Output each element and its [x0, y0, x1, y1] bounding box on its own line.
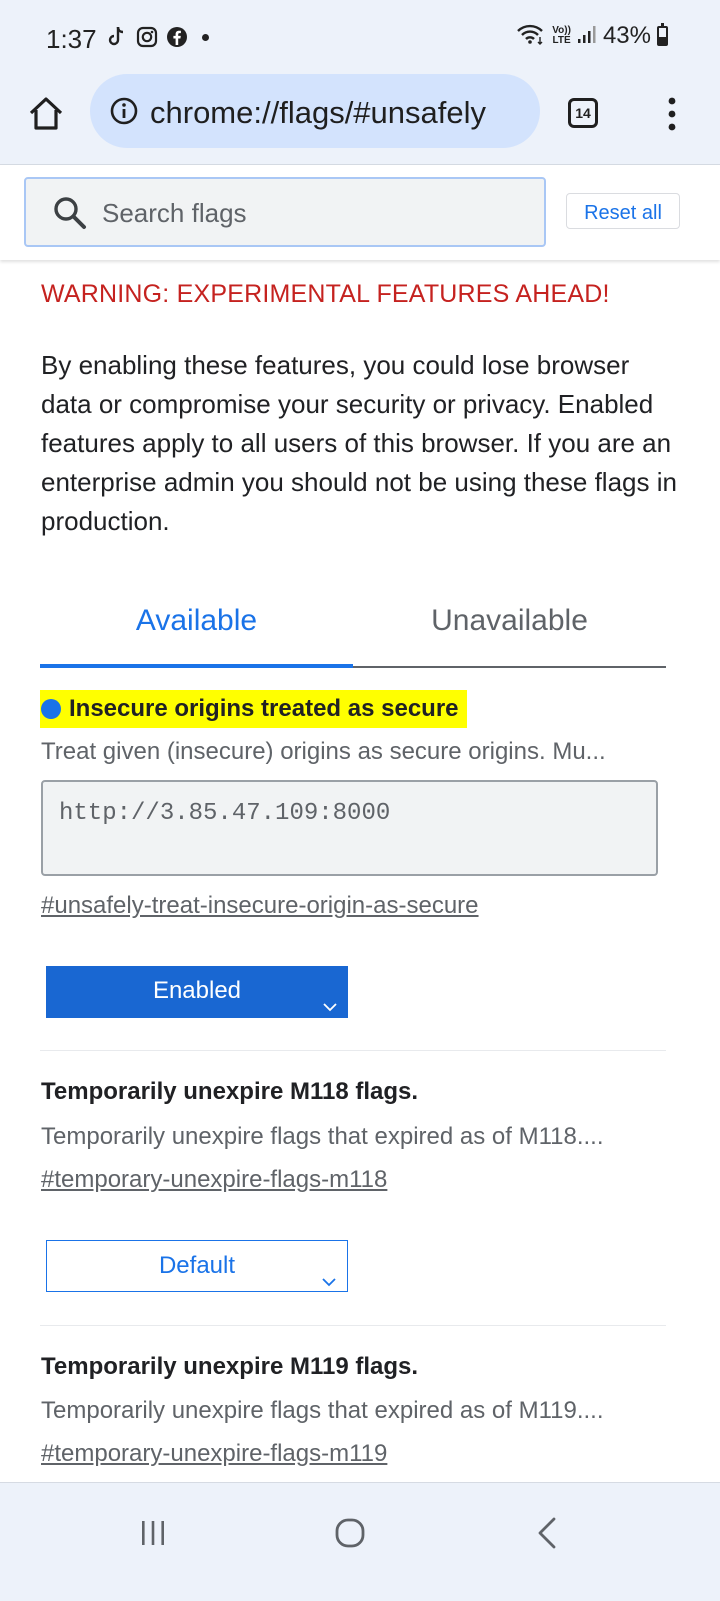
- wifi-icon: [516, 23, 546, 50]
- volte-indicator: Vo)) LTE: [552, 26, 571, 46]
- back-icon[interactable]: [528, 1513, 568, 1553]
- flag-permalink[interactable]: #temporary-unexpire-flags-m118: [41, 1166, 387, 1194]
- status-bar: 1:37 Vo)) LTE 43%: [0, 0, 720, 72]
- overflow-menu-icon[interactable]: [662, 94, 682, 134]
- notification-icons: [106, 26, 209, 48]
- flags-search-header: Reset all: [0, 165, 720, 260]
- flag-title: Temporarily unexpire M119 flags.: [41, 1353, 419, 1380]
- flag-state-value: Enabled: [152, 977, 242, 1004]
- flag-divider: [40, 1325, 666, 1326]
- active-tab-indicator: [40, 664, 353, 668]
- origins-textarea[interactable]: [41, 780, 658, 876]
- search-box[interactable]: [24, 177, 546, 247]
- battery-percent: 43%: [602, 22, 651, 49]
- signal-icon: [577, 24, 597, 49]
- flag-title-highlight: Insecure origins treated as secure: [40, 690, 467, 728]
- facebook-icon: [166, 26, 188, 48]
- tab-bar: Available Unavailable: [40, 590, 666, 670]
- recent-apps-icon[interactable]: [133, 1513, 173, 1553]
- reset-all-button[interactable]: Reset all: [566, 193, 680, 229]
- site-info-icon[interactable]: [110, 97, 138, 125]
- browser-toolbar: chrome://flags/#unsafely 14: [0, 72, 720, 165]
- flag-state-select[interactable]: Default: [46, 1240, 348, 1292]
- tab-unavailable[interactable]: Unavailable: [353, 604, 666, 638]
- instagram-icon: [136, 26, 158, 48]
- battery-fill: [659, 37, 666, 44]
- chevron-down-icon: [321, 1258, 337, 1287]
- tiktok-icon: [106, 26, 128, 48]
- tab-available[interactable]: Available: [40, 604, 353, 638]
- flag-permalink[interactable]: #unsafely-treat-insecure-origin-as-secur…: [41, 892, 479, 920]
- flag-state-select[interactable]: Enabled: [46, 966, 348, 1018]
- flag-state-value: Default: [158, 1252, 236, 1279]
- system-status: Vo)) LTE 43%: [516, 22, 668, 50]
- lte-label: LTE: [552, 35, 571, 46]
- battery-icon: [657, 23, 668, 46]
- flag-title: Temporarily unexpire M118 flags.: [41, 1078, 419, 1105]
- url-text[interactable]: chrome://flags/#unsafely: [150, 95, 530, 131]
- intro-text: By enabling these features, you could lo…: [41, 350, 677, 536]
- more-notifications-dot: [202, 33, 209, 41]
- clock: 1:37: [46, 24, 97, 54]
- flag-description: Treat given (insecure) origins as secure…: [41, 738, 606, 765]
- address-bar[interactable]: chrome://flags/#unsafely: [90, 74, 540, 148]
- flag-divider: [40, 1050, 666, 1051]
- home-circle-icon[interactable]: [330, 1513, 370, 1553]
- home-icon[interactable]: [26, 94, 66, 134]
- flag-description: Temporarily unexpire flags that expired …: [41, 1397, 604, 1424]
- tab-switcher-button[interactable]: 14: [568, 98, 598, 128]
- modified-flag-dot: [41, 699, 61, 719]
- flag-title: Insecure origins treated as secure: [69, 695, 459, 722]
- flag-description: Temporarily unexpire flags that expired …: [41, 1123, 604, 1150]
- search-input[interactable]: [100, 189, 524, 237]
- search-icon: [52, 195, 88, 231]
- flag-permalink[interactable]: #temporary-unexpire-flags-m119: [41, 1440, 387, 1468]
- system-nav-bar: [0, 1482, 720, 1601]
- chevron-down-icon: [322, 983, 338, 1012]
- warning-heading: WARNING: EXPERIMENTAL FEATURES AHEAD!: [41, 280, 610, 308]
